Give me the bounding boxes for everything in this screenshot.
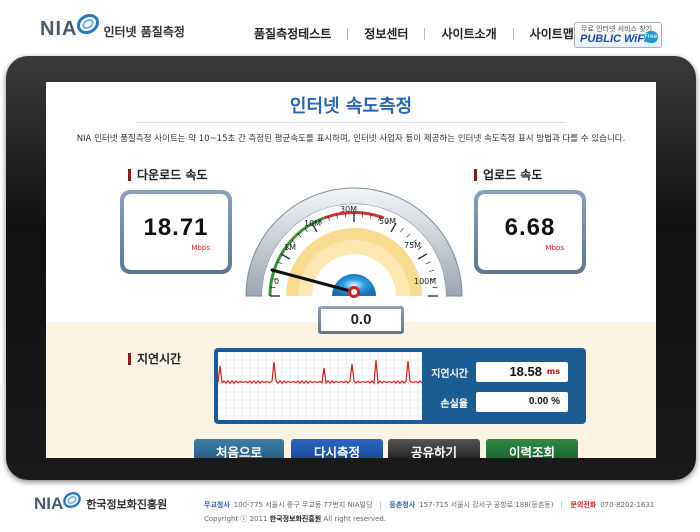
gauge-tick-30m: 30M [340, 205, 357, 214]
footer-logo-swoosh-icon [63, 491, 82, 509]
upload-speed-value: 6.68 [504, 214, 556, 241]
copyright-prefix: Copyright ⓒ 2011 [204, 515, 268, 523]
speed-gauge: 0 1M 10M 30M 50M 75M 100M [245, 187, 463, 298]
latency-graph-grid [218, 352, 422, 420]
logo-nia-text: NIA [40, 17, 78, 40]
retest-button[interactable]: 다시측정 [291, 439, 383, 458]
gauge-tick-1m: 1M [284, 243, 296, 252]
share-button[interactable]: 공유하기 [388, 439, 480, 458]
gauge-tick-100m: 100M [414, 277, 436, 286]
nav-item-quality-test[interactable]: 품질측정테스트 [238, 25, 347, 42]
upload-speed-display: 6.68 Mbps [478, 194, 582, 270]
footer-hq-address: 100-775 서울시 중구 무교동 77번지 NIA빌딩 [233, 501, 373, 509]
footer-branch-address: 157-715 서울시 강서구 공항로 188(등촌동) [419, 501, 554, 509]
site-footer: NIA 한국정보화진흥원 무교청사 100-775 서울시 중구 무교동 77번… [0, 486, 700, 532]
latency-graph-line [218, 359, 422, 385]
page-title: 인터넷 속도측정 [289, 96, 413, 117]
title-divider [136, 122, 566, 123]
public-wifi-title: PUBLIC WiFi [580, 33, 648, 45]
delay-row: 지연시간 18.58 ms [420, 362, 568, 382]
upload-speed-unit: Mbps [545, 244, 564, 252]
upload-speed-box: 6.68 Mbps [474, 190, 586, 274]
history-button[interactable]: 이력조회 [486, 439, 578, 458]
current-speed-value: 0.0 [321, 309, 401, 331]
copyright-suffix: All right reserved. [323, 515, 387, 523]
speed-test-screen: 인터넷 속도측정 NIA 인터넷 품질측정 사이트는 약 10~15초 간 측정… [46, 82, 656, 458]
loss-value-box: 0.00 % [476, 392, 568, 412]
nav-item-site-intro[interactable]: 사이트소개 [425, 25, 512, 42]
label-marker [474, 168, 477, 181]
download-speed-unit: Mbps [191, 244, 210, 252]
download-section-label: 다운로드 속도 [128, 166, 207, 183]
main-nav: 품질측정테스트 정보센터 사이트소개 사이트맵 [238, 25, 590, 42]
label-marker [128, 352, 131, 365]
delay-label: 지연시간 [431, 368, 468, 380]
upload-section-label: 업로드 속도 [474, 166, 542, 183]
site-header: NIA 인터넷 품질측정 품질측정테스트 정보센터 사이트소개 사이트맵 무료 … [0, 0, 700, 56]
nav-item-info-center[interactable]: 정보센터 [348, 25, 424, 42]
footer-branch-label: 등촌청사 [389, 501, 416, 509]
footer-address-line: 무교청사 100-775 서울시 중구 무교동 77번지 NIA빌딩 등촌청사 … [204, 500, 654, 510]
footer-divider [380, 501, 382, 509]
latency-label-text: 지연시간 [137, 352, 182, 366]
footer-phone-label: 문의전화 [570, 501, 597, 509]
page-description: NIA 인터넷 품질측정 사이트는 약 10~15초 간 측정된 평균속도를 표… [76, 134, 626, 144]
upload-label-text: 업로드 속도 [483, 168, 543, 182]
download-speed-display: 18.71 Mbps [124, 194, 228, 270]
public-wifi-banner[interactable]: 무료 인터넷 서비스 찾기 PUBLIC WiFi Free [574, 22, 662, 48]
download-speed-box: 18.71 Mbps [120, 190, 232, 274]
footer-divider [561, 501, 563, 509]
label-marker [128, 168, 131, 181]
footer-logo[interactable]: NIA 한국정보화진흥원 [34, 491, 168, 514]
latency-graph [218, 352, 422, 420]
site-logo[interactable]: NIA 인터넷 품질측정 [40, 12, 185, 46]
footer-org-name: 한국정보화진흥원 [86, 498, 168, 511]
footer-copyright: Copyright ⓒ 2011 한국정보화진흥원 All right rese… [204, 514, 386, 524]
gauge-tick-75m: 75M [404, 241, 421, 250]
footer-hq-label: 무교청사 [204, 501, 230, 509]
footer-phone: 070-8202-1631 [600, 501, 655, 509]
delay-value-box: 18.58 ms [476, 362, 568, 382]
logo-subtitle: 인터넷 품질측정 [103, 24, 185, 39]
tablet-frame: 인터넷 속도측정 NIA 인터넷 품질측정 사이트는 약 10~15초 간 측정… [6, 56, 696, 480]
gauge-tick-50m: 50M [379, 217, 396, 226]
free-badge: Free [644, 31, 658, 43]
logo-swoosh-icon [77, 13, 100, 35]
current-speed-box: 0.0 [318, 306, 404, 334]
download-label-text: 다운로드 속도 [137, 168, 208, 182]
copyright-org: 한국정보화진흥원 [269, 515, 322, 523]
gauge-tick-0: 0 [274, 277, 279, 286]
footer-logo-nia-text: NIA [34, 494, 64, 513]
download-speed-value: 18.71 [143, 214, 209, 241]
home-button[interactable]: 처음으로 [194, 439, 284, 458]
loss-row: 손실율 0.00 % [420, 392, 568, 412]
loss-label: 손실율 [440, 398, 468, 410]
gauge-needle-cap-inner [351, 289, 357, 295]
delay-unit: ms [546, 367, 560, 376]
loss-value: 0.00 % [528, 396, 560, 407]
latency-section-label: 지연시간 [128, 350, 181, 367]
delay-value: 18.58 [509, 364, 542, 379]
latency-panel: 지연시간 18.58 ms 손실율 0.00 % [214, 348, 586, 424]
gauge-tick-10m: 10M [304, 219, 321, 228]
